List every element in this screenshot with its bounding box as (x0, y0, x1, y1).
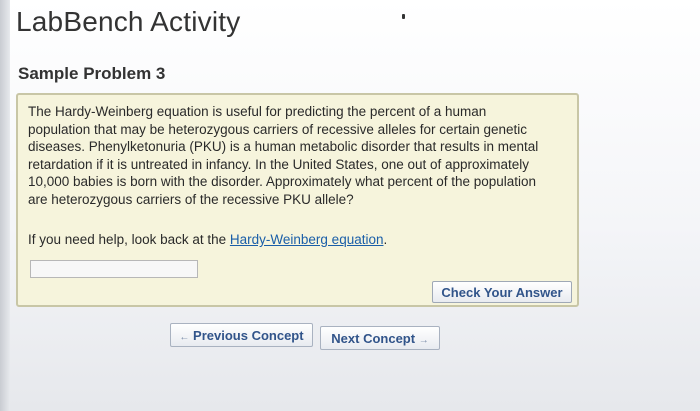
next-concept-label: Next Concept (331, 330, 416, 346)
mouse-cursor-mark (402, 14, 405, 19)
problem-line: diseases. Phenylketonuria (PKU) is a hum… (28, 139, 539, 154)
previous-concept-button[interactable]: ← Previous Concept (170, 323, 313, 347)
problem-title: Sample Problem 3 (18, 64, 166, 83)
window-edge (0, 0, 10, 411)
problem-line: are heterozygous carriers of the recessi… (28, 191, 354, 207)
help-suffix: . (383, 232, 388, 247)
problem-text: The Hardy-Weinberg equation is useful fo… (28, 103, 568, 208)
answer-input[interactable] (30, 260, 198, 278)
screen: LabBench Activity Sample Problem 3 The H… (0, 0, 700, 411)
problem-line: retardation if it is untreated in infanc… (28, 156, 530, 172)
left-arrow-icon: ← (179, 331, 190, 343)
help-text: If you need help, look back at the Hardy… (28, 232, 387, 247)
app-title: LabBench Activity (16, 6, 241, 37)
help-prefix: If you need help, look back at the (28, 232, 230, 247)
hardy-weinberg-link[interactable]: Hardy-Weinberg equation (230, 232, 384, 247)
right-arrow-icon: → (418, 334, 429, 346)
next-concept-button[interactable]: Next Concept → (320, 326, 440, 350)
problem-box: The Hardy-Weinberg equation is useful fo… (16, 93, 579, 307)
problem-line: population that may be heterozygous carr… (28, 121, 528, 137)
problem-line: 10,000 babies is born with the disorder.… (28, 174, 537, 189)
previous-concept-label: Previous Concept (193, 327, 304, 343)
check-answer-button[interactable]: Check Your Answer (432, 281, 572, 303)
problem-line: The Hardy-Weinberg equation is useful fo… (28, 104, 487, 119)
